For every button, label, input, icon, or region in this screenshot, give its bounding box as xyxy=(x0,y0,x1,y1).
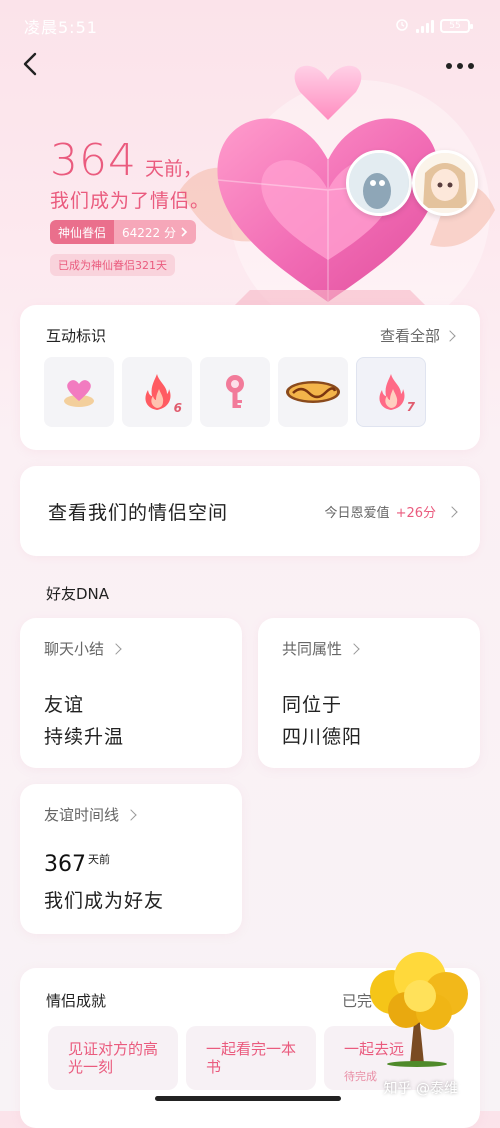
timeline-days: 367 天前 xyxy=(44,852,110,877)
golden-tree-icon[interactable] xyxy=(362,952,472,1067)
level-pill[interactable]: 神仙眷侣 64222 分 xyxy=(50,220,197,244)
chevron-right-icon xyxy=(181,227,188,237)
chat-summary-line1: 友谊 xyxy=(44,694,85,716)
flame-icon xyxy=(145,374,171,410)
badge-flame-7[interactable]: 7 xyxy=(356,357,426,427)
badge-count: 6 xyxy=(173,401,182,415)
view-all-label: 查看全部 xyxy=(379,327,440,345)
dot xyxy=(457,63,463,69)
days-counter: 364 天前， xyxy=(50,135,202,186)
couple-space-card[interactable]: 查看我们的情侣空间 今日恩爱值 +26分 xyxy=(20,466,480,556)
achievements-title: 情侣成就 xyxy=(46,992,107,1010)
back-button[interactable] xyxy=(14,48,46,80)
chat-summary-title: 聊天小结 xyxy=(44,640,105,658)
days-suffix: 天前， xyxy=(144,158,202,180)
status-time: 凌晨5:51 xyxy=(24,18,98,37)
interaction-title: 互动标识 xyxy=(46,327,107,345)
watermark: 知乎 @泰维 xyxy=(383,1081,458,1097)
avatar-right[interactable] xyxy=(412,150,478,216)
badge-count: 7 xyxy=(406,400,415,414)
level-days-badge: 已成为神仙眷侣321天 xyxy=(50,254,175,276)
common-attributes-card[interactable]: 共同属性 同位于 四川德阳 xyxy=(258,618,480,768)
flame-icon xyxy=(379,374,405,410)
chevron-right-icon xyxy=(446,505,458,518)
common-attributes-title: 共同属性 xyxy=(282,640,343,658)
chevron-right-icon xyxy=(110,642,122,655)
timeline-label: 友谊时间线 xyxy=(44,804,137,825)
badge-logo[interactable] xyxy=(278,357,348,427)
today-label: 今日恩爱值 xyxy=(324,506,390,521)
battery-level: 55 xyxy=(449,20,461,31)
heart-crown-icon xyxy=(64,380,94,407)
common-line1: 同位于 xyxy=(282,694,343,716)
achievement-status: 待完成 xyxy=(344,1070,377,1083)
alarm-icon xyxy=(394,16,410,35)
dot xyxy=(446,63,452,69)
timeline-title: 友谊时间线 xyxy=(44,806,120,824)
chat-summary-line2: 持续升温 xyxy=(44,726,125,748)
badge-list: 6 7 xyxy=(44,357,426,427)
key-icon xyxy=(226,375,244,408)
logo-badge-icon xyxy=(286,381,340,403)
achievement-title: 一起看完一本书 xyxy=(206,1040,297,1076)
more-options-button[interactable] xyxy=(444,56,476,76)
level-score-value: 64222 分 xyxy=(122,225,177,240)
chevron-right-icon xyxy=(444,329,456,342)
achievement-item[interactable]: 见证对方的高光一刻 xyxy=(48,1026,178,1090)
timeline-days-number: 367 xyxy=(44,852,86,877)
days-number: 364 xyxy=(50,135,137,186)
today-love-value: 今日恩爱值 +26分 xyxy=(324,502,458,521)
chat-summary-label: 聊天小结 xyxy=(44,638,122,659)
timeline-days-suffix: 天前 xyxy=(88,853,110,866)
avatar-left[interactable] xyxy=(346,150,412,216)
became-couple-text: 我们成为了情侣。 xyxy=(50,190,211,212)
level-name: 神仙眷侣 xyxy=(50,220,115,244)
common-attributes-label: 共同属性 xyxy=(282,638,360,659)
friendship-timeline-card[interactable]: 友谊时间线 367 天前 我们成为好友 xyxy=(20,784,242,934)
dna-section-title: 好友DNA xyxy=(46,585,110,603)
common-line2: 四川德阳 xyxy=(282,726,363,748)
today-value: +26分 xyxy=(395,506,436,521)
chevron-right-icon xyxy=(125,808,137,821)
status-icons: 55 xyxy=(394,16,473,35)
view-all-link[interactable]: 查看全部 xyxy=(379,325,456,346)
chevron-right-icon xyxy=(348,642,360,655)
couple-space-title: 查看我们的情侣空间 xyxy=(48,502,229,524)
achievement-item[interactable]: 一起看完一本书 xyxy=(186,1026,316,1090)
achievement-title: 见证对方的高光一刻 xyxy=(68,1040,159,1076)
interaction-card: 互动标识 查看全部 6 7 xyxy=(20,305,480,450)
signal-icon xyxy=(416,19,434,33)
badge-key[interactable] xyxy=(200,357,270,427)
badge-flame-6[interactable]: 6 xyxy=(122,357,192,427)
home-indicator[interactable] xyxy=(155,1096,341,1101)
level-score: 64222 分 xyxy=(114,220,197,244)
battery-icon: 55 xyxy=(440,18,473,33)
timeline-line: 我们成为好友 xyxy=(44,890,165,912)
dot xyxy=(468,63,474,69)
avatar-pair[interactable] xyxy=(346,150,480,222)
chat-summary-card[interactable]: 聊天小结 友谊 持续升温 xyxy=(20,618,242,768)
badge-heart-crown[interactable] xyxy=(44,357,114,427)
chevron-left-icon xyxy=(23,52,37,76)
